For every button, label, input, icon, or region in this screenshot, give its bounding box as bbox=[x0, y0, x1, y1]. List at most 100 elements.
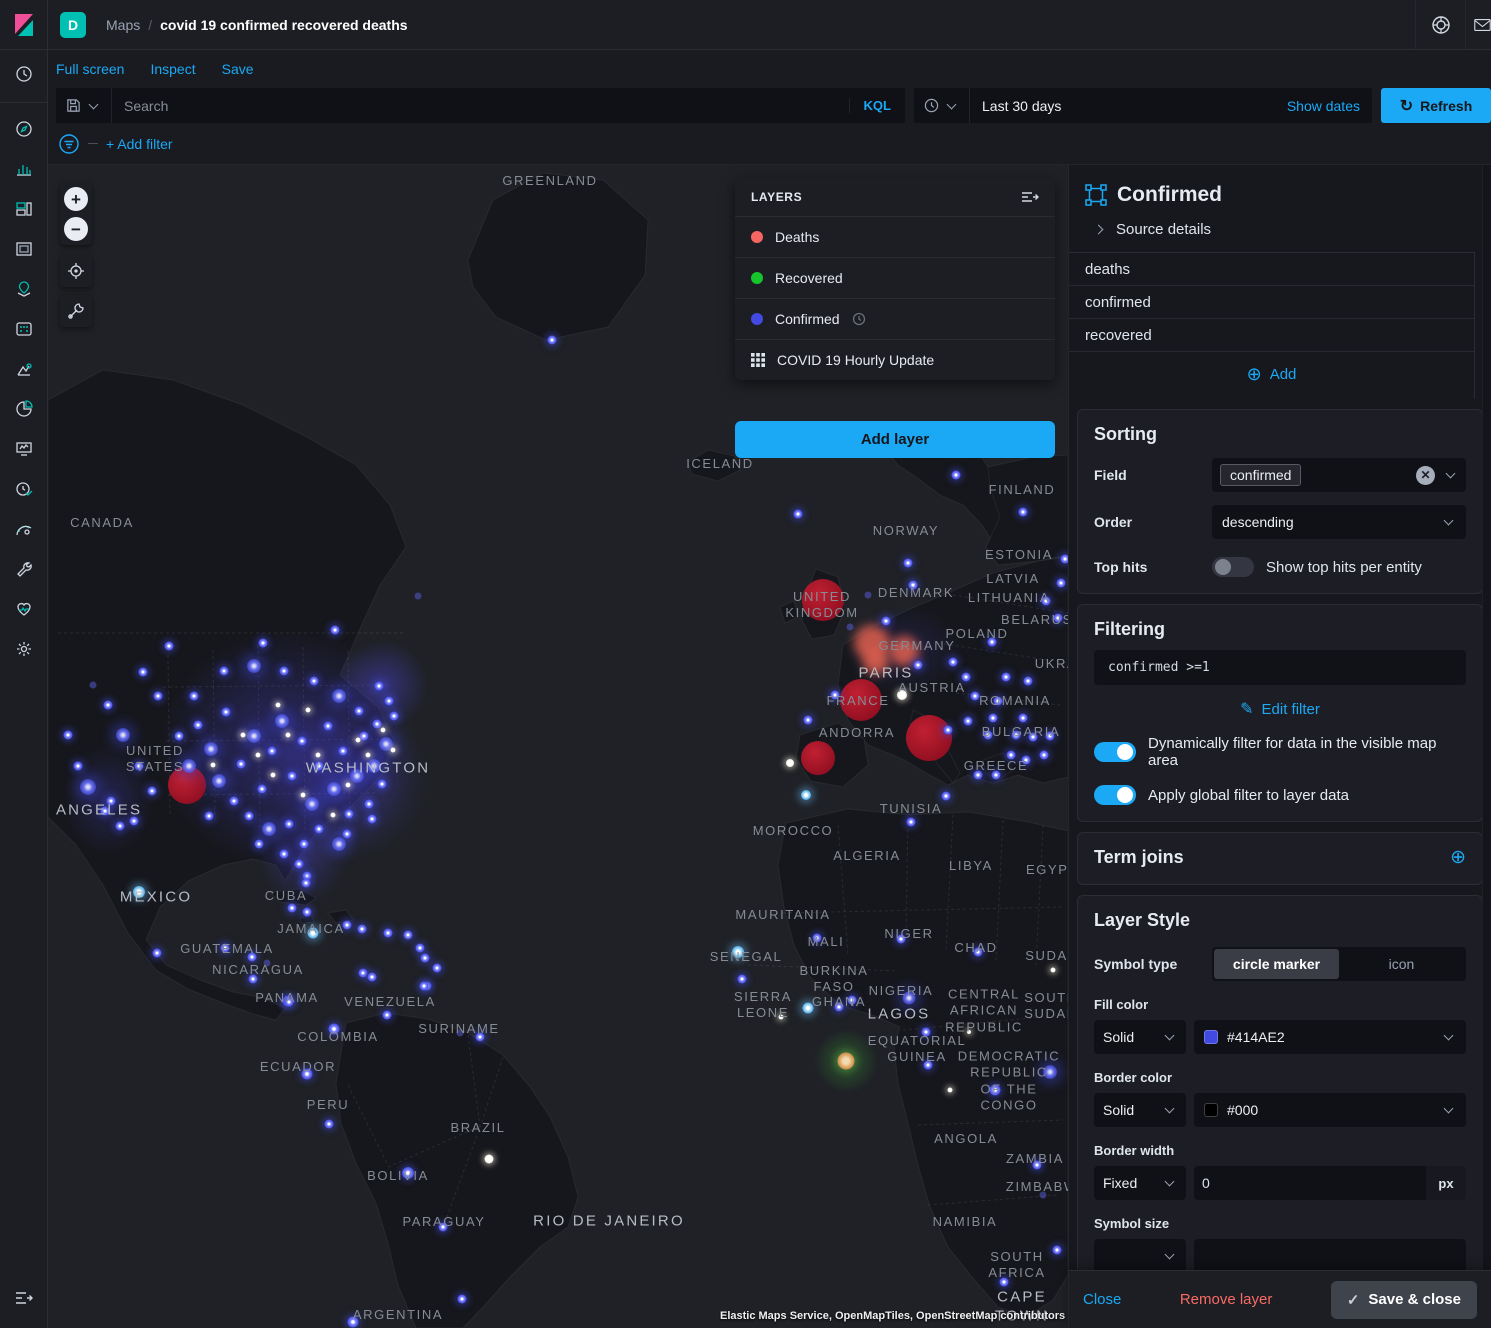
set-view-button[interactable] bbox=[60, 255, 92, 287]
map-marker-confirmed bbox=[356, 738, 361, 743]
field-row[interactable]: confirmed bbox=[1069, 286, 1474, 319]
zoom-out-button[interactable]: − bbox=[64, 217, 88, 241]
sidebar-item-devtools[interactable] bbox=[0, 549, 48, 589]
layer-row-recovered[interactable]: Recovered bbox=[735, 257, 1055, 298]
map-marker-confirmed bbox=[882, 617, 891, 626]
sidebar-item-uptime[interactable] bbox=[0, 469, 48, 509]
panel-scrollbar[interactable] bbox=[1482, 165, 1491, 1270]
map-marker-confirmed bbox=[148, 787, 157, 796]
space-badge[interactable]: D bbox=[60, 12, 86, 38]
sidebar-item-apm[interactable] bbox=[0, 509, 48, 549]
uptime-icon bbox=[15, 480, 33, 498]
remove-layer-button[interactable]: Remove layer bbox=[1180, 1291, 1273, 1308]
sidebar-item-graph[interactable] bbox=[0, 349, 48, 389]
border-width-unit: px bbox=[1426, 1166, 1466, 1200]
newsfeed-button[interactable] bbox=[1465, 0, 1491, 49]
breadcrumb-root[interactable]: Maps bbox=[106, 17, 140, 33]
map-marker-confirmed bbox=[245, 812, 254, 821]
collapse-panel-icon[interactable] bbox=[1021, 190, 1039, 204]
show-dates-button[interactable]: Show dates bbox=[1275, 98, 1372, 114]
kibana-logo[interactable] bbox=[0, 0, 48, 50]
symbol-type-icon-option[interactable]: icon bbox=[1339, 949, 1464, 979]
fill-mode-select[interactable]: Solid bbox=[1094, 1020, 1186, 1054]
sidebar-item-discover[interactable] bbox=[0, 109, 48, 149]
inspect-button[interactable]: Inspect bbox=[150, 61, 195, 77]
collapse-nav-button[interactable] bbox=[0, 1278, 48, 1318]
map-marker-confirmed bbox=[835, 1003, 844, 1012]
map-marker-confirmed bbox=[358, 925, 367, 934]
layer-row-hourly-update[interactable]: COVID 19 Hourly Update bbox=[735, 339, 1055, 380]
map-marker-confirmed bbox=[1043, 1065, 1057, 1079]
sidebar-item-visualize[interactable] bbox=[0, 149, 48, 189]
border-width-mode-select[interactable]: Fixed bbox=[1094, 1166, 1186, 1200]
clear-field-button[interactable]: ✕ bbox=[1416, 466, 1435, 485]
save-button[interactable]: Save bbox=[222, 61, 254, 77]
field-row[interactable]: recovered bbox=[1069, 319, 1474, 352]
map-marker-confirmed bbox=[154, 692, 163, 701]
map-marker-confirmed bbox=[262, 822, 276, 836]
refresh-button[interactable]: ↻ Refresh bbox=[1381, 88, 1491, 123]
world-map[interactable]: GREENLANDICELANDCANADAUNITED STATESWASHI… bbox=[48, 165, 1068, 1328]
layer-row-confirmed[interactable]: Confirmed bbox=[735, 298, 1055, 339]
map-marker-confirmed bbox=[1024, 677, 1033, 686]
sort-field-input[interactable]: confirmed ✕ bbox=[1212, 458, 1466, 492]
saved-query-menu-button[interactable] bbox=[56, 88, 112, 123]
map-marker-confirmed bbox=[402, 1167, 414, 1179]
sidebar-item-health[interactable] bbox=[0, 589, 48, 629]
sidebar-item-monitoring[interactable] bbox=[0, 429, 48, 469]
time-range-value[interactable]: Last 30 days bbox=[970, 98, 1073, 114]
page-title: covid 19 confirmed recovered deaths bbox=[160, 17, 407, 33]
symbol-type-circle-option[interactable]: circle marker bbox=[1214, 949, 1339, 979]
layer-row-deaths[interactable]: Deaths bbox=[735, 216, 1055, 257]
full-screen-button[interactable]: Full screen bbox=[56, 61, 124, 77]
sidebar-item-maps[interactable] bbox=[0, 269, 48, 309]
save-and-close-button[interactable]: ✓ Save & close bbox=[1331, 1281, 1477, 1319]
field-row[interactable]: deaths bbox=[1069, 253, 1474, 286]
sidebar-item-pie[interactable] bbox=[0, 389, 48, 429]
check-icon: ✓ bbox=[1347, 1291, 1360, 1309]
map-marker-confirmed bbox=[1029, 733, 1038, 742]
sidebar-item-dashboard[interactable] bbox=[0, 189, 48, 229]
sidebar-item-clock[interactable] bbox=[0, 54, 48, 94]
layer-label: COVID 19 Hourly Update bbox=[777, 352, 934, 368]
top-hits-toggle[interactable] bbox=[1212, 557, 1254, 577]
help-button[interactable] bbox=[1415, 0, 1465, 49]
map-marker-confirmed bbox=[803, 1003, 814, 1014]
border-color-select[interactable]: #000 bbox=[1194, 1093, 1466, 1127]
edit-filter-button[interactable]: ✎ Edit filter bbox=[1094, 699, 1466, 719]
sort-order-select[interactable]: descending bbox=[1212, 505, 1466, 539]
discover-icon bbox=[15, 120, 33, 138]
filter-icon[interactable] bbox=[58, 133, 80, 155]
fill-color-select[interactable]: #414AE2 bbox=[1194, 1020, 1466, 1054]
map-marker-confirmed bbox=[300, 840, 309, 849]
border-mode-select[interactable]: Solid bbox=[1094, 1093, 1186, 1127]
search-input[interactable] bbox=[112, 98, 849, 114]
add-filter-button[interactable]: + Add filter bbox=[106, 136, 173, 152]
close-button[interactable]: Close bbox=[1083, 1291, 1121, 1308]
sidebar-item-settings[interactable] bbox=[0, 629, 48, 669]
time-picker-menu-button[interactable] bbox=[914, 88, 970, 123]
add-layer-button[interactable]: Add layer bbox=[735, 421, 1055, 458]
dynamic-filter-toggle[interactable] bbox=[1094, 742, 1136, 762]
map-marker-confirmed bbox=[327, 782, 341, 796]
kql-button[interactable]: KQL bbox=[849, 98, 905, 113]
global-filter-toggle[interactable] bbox=[1094, 785, 1136, 805]
zoom-in-button[interactable]: + bbox=[64, 187, 88, 211]
border-width-input[interactable]: 0 bbox=[1194, 1166, 1426, 1200]
map-marker-confirmed bbox=[288, 772, 297, 781]
term-joins-section: Term joins ⊕ bbox=[1077, 832, 1483, 885]
map-marker-confirmed bbox=[457, 1030, 464, 1037]
add-field-button[interactable]: ⊕ Add bbox=[1069, 352, 1474, 399]
graph-icon bbox=[15, 360, 33, 378]
map-marker-confirmed bbox=[984, 731, 993, 740]
map-marker-confirmed bbox=[308, 928, 319, 939]
symbol-size-mode-select[interactable] bbox=[1094, 1239, 1186, 1270]
add-term-join-button[interactable]: ⊕ bbox=[1450, 848, 1466, 867]
sidebar-item-canvas[interactable] bbox=[0, 229, 48, 269]
ml-icon bbox=[15, 320, 33, 338]
symbol-size-input[interactable] bbox=[1194, 1239, 1466, 1270]
sidebar-item-ml[interactable] bbox=[0, 309, 48, 349]
draw-tools-button[interactable] bbox=[60, 295, 92, 327]
map-marker-confirmed bbox=[194, 721, 203, 730]
source-details-toggle[interactable]: Source details bbox=[1091, 221, 1475, 238]
